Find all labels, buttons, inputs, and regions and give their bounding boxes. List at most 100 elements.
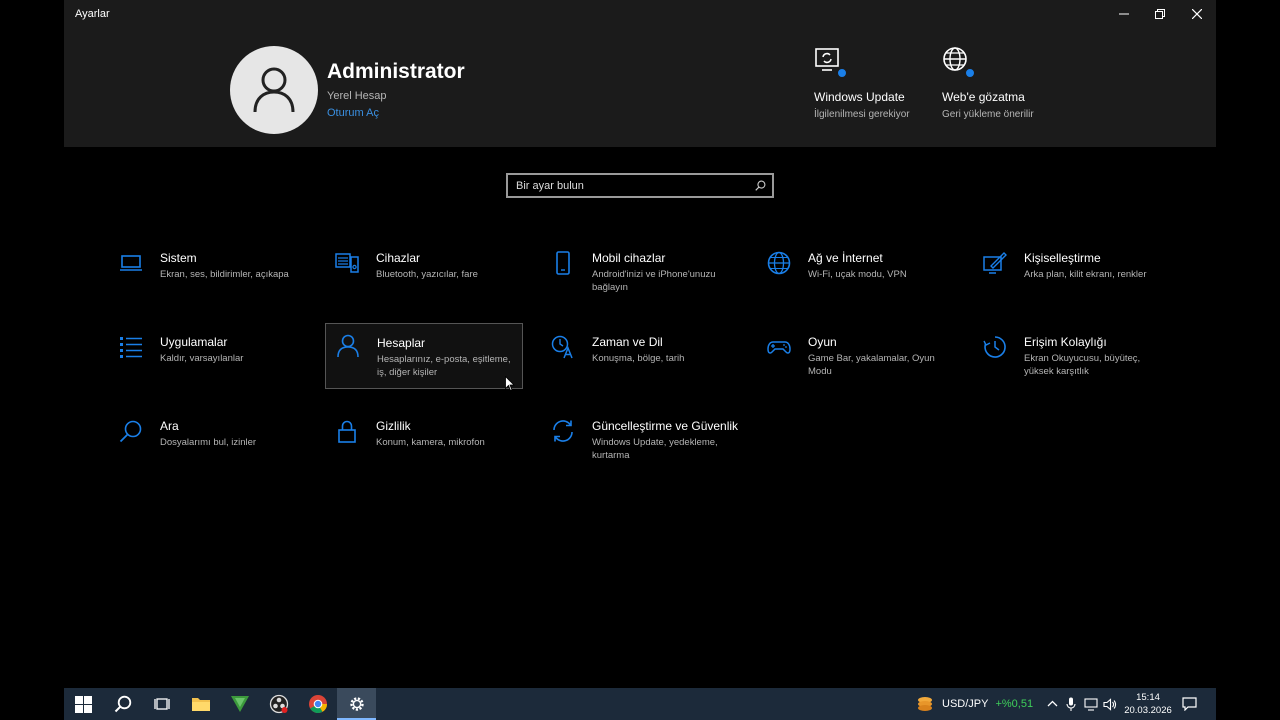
close-icon [1192, 9, 1202, 19]
notification-center-icon[interactable] [1182, 697, 1197, 711]
category-title: Ara [160, 419, 179, 433]
category-description: Konum, kamera, mikrofon [376, 437, 485, 448]
clock-time: 15:14 [1136, 692, 1160, 703]
search-icon[interactable] [755, 180, 766, 191]
promo-windows-update[interactable]: Windows Update İlgilenilmesi gerekiyor [814, 46, 934, 121]
file-explorer-button[interactable] [181, 688, 220, 720]
obs-button[interactable] [259, 688, 298, 720]
category-title: Güncelleştirme ve Güvenlik [592, 419, 739, 433]
vim-icon [230, 696, 249, 712]
start-button[interactable] [64, 688, 103, 720]
task-view-button[interactable] [142, 688, 181, 720]
apps-list-icon [120, 337, 142, 358]
category-description: Hesaplarınız, e-posta, eşitleme, iş, diğ… [377, 354, 511, 378]
category-title: Zaman ve Dil [592, 335, 663, 349]
chrome-button[interactable] [298, 688, 337, 720]
task-view-icon [153, 698, 170, 710]
sync-icon [553, 420, 573, 442]
signin-link[interactable]: Oturum Aç [327, 107, 379, 119]
volume-icon[interactable] [1103, 698, 1117, 711]
category-title: Sistem [160, 251, 197, 265]
vim-button[interactable] [220, 688, 259, 720]
category-update-security[interactable]: Güncelleştirme ve Güvenlik Windows Updat… [541, 411, 739, 479]
category-mobile-devices[interactable]: Mobil cihazlar Android'inizi ve iPhone'u… [541, 243, 739, 311]
devices-icon [335, 253, 359, 273]
category-title: Hesaplar [377, 336, 426, 350]
account-name: Administrator [327, 60, 465, 83]
category-devices[interactable]: Cihazlar Bluetooth, yazıcılar, fare [325, 243, 523, 311]
mouse-cursor-icon [505, 376, 515, 392]
notification-dot [964, 67, 976, 79]
category-title: Ağ ve İnternet [808, 251, 883, 265]
settings-search-box[interactable] [506, 173, 774, 198]
window-title: Ayarlar [75, 8, 110, 20]
category-description: Android'inizi ve iPhone'unuzu bağlayın [592, 269, 716, 293]
category-title: Erişim Kolaylığı [1024, 335, 1107, 349]
category-description: Kaldır, varsayılanlar [160, 353, 244, 364]
ticker-symbol: USD/JPY [942, 698, 989, 710]
clock-date: 20.03.2026 [1124, 705, 1172, 716]
minimize-icon [1119, 13, 1129, 15]
microphone-icon[interactable] [1066, 697, 1076, 712]
category-description: Wi-Fi, uçak modu, VPN [808, 269, 907, 280]
taskbar-search-button[interactable] [103, 688, 142, 720]
restore-button[interactable] [1142, 0, 1178, 28]
category-description: Konuşma, bölge, tarih [592, 353, 685, 364]
category-title: Gizlilik [376, 419, 411, 433]
search-icon [119, 420, 142, 443]
file-explorer-icon [191, 698, 210, 711]
category-title: Uygulamalar [160, 335, 228, 349]
promo-subtitle: Geri yükleme önerilir [942, 109, 1034, 120]
user-avatar-icon [253, 67, 295, 113]
network-icon[interactable] [1084, 698, 1098, 711]
stock-ticker-widget[interactable]: USD/JPY +%0,51 [916, 688, 1033, 720]
category-title: Oyun [808, 335, 837, 349]
promo-subtitle: İlgilenilmesi gerekiyor [814, 109, 910, 120]
category-description: Game Bar, yakalamalar, Oyun Modu [808, 353, 935, 377]
category-gaming[interactable]: Oyun Game Bar, yakalamalar, Oyun Modu [757, 327, 955, 395]
settings-gear-icon [349, 697, 364, 711]
close-button[interactable] [1179, 0, 1215, 28]
category-apps[interactable]: Uygulamalar Kaldır, varsayılanlar [109, 327, 307, 395]
promo-title: Windows Update [814, 90, 905, 104]
category-title: Kişiselleştirme [1024, 251, 1101, 265]
laptop-icon [120, 255, 142, 271]
settings-window: Ayarlar Administrator Yerel Hesap Oturum… [64, 0, 1216, 688]
category-search[interactable]: Ara Dosyalarımı bul, izinler [109, 411, 307, 479]
chevron-up-icon[interactable] [1047, 699, 1058, 709]
settings-taskbar-button[interactable] [337, 688, 376, 720]
gamepad-icon [767, 341, 791, 354]
category-accounts[interactable]: Hesaplar Hesaplarınız, e-posta, eşitleme… [325, 323, 523, 389]
system-clock[interactable]: 15:14 20.03.2026 [1120, 691, 1176, 717]
restore-icon [1155, 9, 1165, 19]
minimize-button[interactable] [1106, 0, 1142, 28]
category-network[interactable]: Ağ ve İnternet Wi-Fi, uçak modu, VPN [757, 243, 955, 311]
personalization-icon [983, 252, 1007, 274]
category-description: Arka plan, kilit ekranı, renkler [1024, 269, 1147, 280]
title-bar: Ayarlar [64, 0, 1216, 28]
start-icon [75, 695, 92, 713]
category-description: Windows Update, yedekleme, kurtarma [592, 437, 718, 461]
obs-icon [269, 694, 288, 714]
account-type: Yerel Hesap [327, 90, 387, 102]
category-system[interactable]: Sistem Ekran, ses, bildirimler, açıkapa [109, 243, 307, 311]
phone-icon [556, 251, 570, 275]
account-header: Administrator Yerel Hesap Oturum Aç Wind… [64, 28, 1216, 147]
promo-title: Web'e gözatma [942, 90, 1025, 104]
globe-icon [767, 251, 791, 275]
promo-web-browsing[interactable]: Web'e gözatma Geri yükleme önerilir [942, 46, 1062, 121]
accessibility-icon [983, 336, 1006, 358]
category-description: Dosyalarımı bul, izinler [160, 437, 257, 448]
lock-icon [338, 420, 356, 443]
category-personalization[interactable]: Kişiselleştirme Arka plan, kilit ekranı,… [973, 243, 1171, 311]
avatar[interactable] [230, 46, 318, 134]
category-ease-of-access[interactable]: Erişim Kolaylığı Ekran Okuyucusu, büyüte… [973, 327, 1171, 395]
category-description: Ekran, ses, bildirimler, açıkapa [160, 269, 289, 280]
category-title: Cihazlar [376, 251, 421, 265]
search-input[interactable] [516, 179, 746, 193]
coin-stack-icon [918, 697, 932, 711]
search-icon [114, 695, 131, 713]
category-title: Mobil cihazlar [592, 251, 666, 265]
category-privacy[interactable]: Gizlilik Konum, kamera, mikrofon [325, 411, 523, 479]
category-time-language[interactable]: Zaman ve Dil Konuşma, bölge, tarih [541, 327, 739, 395]
